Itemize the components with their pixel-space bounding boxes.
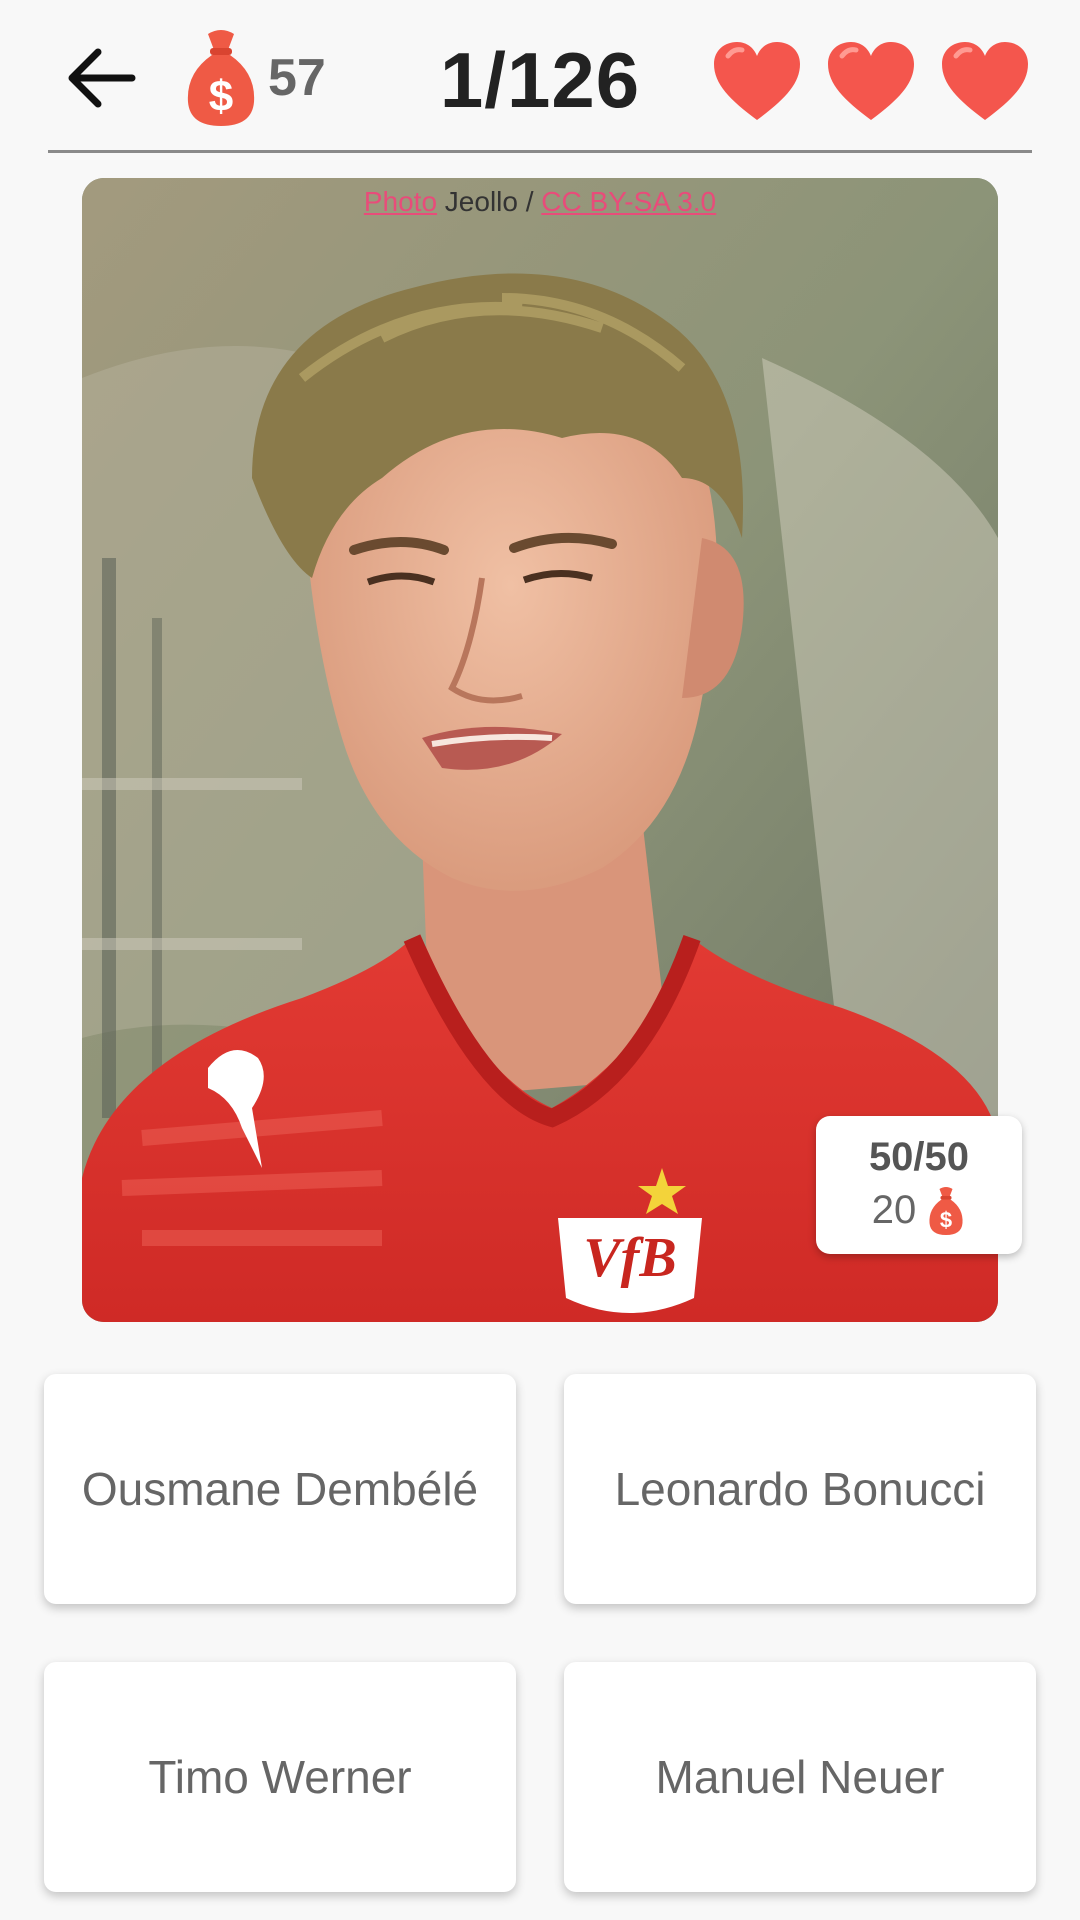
photo-credit: Photo Jeollo / CC BY-SA 3.0 bbox=[82, 186, 998, 218]
answer-option-2[interactable]: Leonardo Bonucci bbox=[564, 1374, 1036, 1604]
heart-icon bbox=[942, 42, 1028, 120]
svg-text:$: $ bbox=[209, 72, 233, 121]
arrow-left-icon bbox=[68, 48, 136, 108]
answer-option-4[interactable]: Manuel Neuer bbox=[564, 1662, 1036, 1892]
top-bar: $ 57 1/126 bbox=[0, 0, 1080, 152]
license-link[interactable]: CC BY-SA 3.0 bbox=[541, 186, 716, 217]
svg-text:$: $ bbox=[940, 1207, 952, 1232]
question-progress: 1/126 bbox=[439, 36, 641, 124]
heart-icon bbox=[828, 42, 914, 120]
hint-cost: 20 $ bbox=[872, 1186, 967, 1236]
photo-author: Jeollo / bbox=[437, 186, 542, 217]
hint-label: 50/50 bbox=[868, 1134, 970, 1179]
answer-option-3[interactable]: Timo Werner bbox=[44, 1662, 516, 1892]
hint-cost-value: 20 bbox=[871, 1188, 917, 1232]
back-button[interactable] bbox=[58, 36, 142, 120]
header-divider bbox=[48, 150, 1032, 153]
answer-option-1[interactable]: Ousmane Dembélé bbox=[44, 1374, 516, 1604]
money-bag-icon: $ bbox=[187, 30, 255, 126]
coin-balance: $ 57 bbox=[182, 26, 326, 130]
photo-source-link[interactable]: Photo bbox=[364, 186, 437, 217]
heart-icon bbox=[714, 42, 800, 120]
coin-count: 57 bbox=[268, 49, 326, 107]
lives-indicator bbox=[710, 38, 1032, 124]
money-bag-icon: $ bbox=[929, 1186, 963, 1235]
fifty-fifty-hint-button[interactable]: 50/50 20 $ bbox=[816, 1116, 1022, 1254]
svg-text:VfB: VfB bbox=[583, 1227, 676, 1289]
